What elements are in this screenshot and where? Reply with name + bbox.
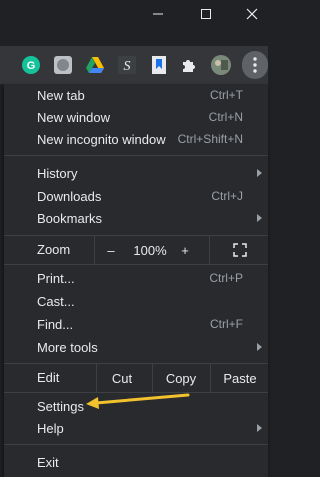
puzzle-extensions-icon[interactable] [178,54,200,76]
window-titlebar [0,0,268,46]
close-icon[interactable] [240,4,264,24]
menu-item-label: Help [37,421,64,436]
menu-item-label: More tools [37,340,98,355]
chrome-main-menu: New tab Ctrl+T New window Ctrl+N New inc… [4,84,268,477]
profile-avatar[interactable] [210,54,232,76]
grammarly-extension-icon[interactable]: G [20,54,42,76]
google-drive-extension-icon[interactable] [84,54,106,76]
menu-item-label: Find... [37,317,74,332]
menu-item-new-tab[interactable]: New tab Ctrl+T [4,85,268,107]
svg-text:G: G [27,60,36,72]
menu-item-new-window[interactable]: New window Ctrl+N [4,107,268,129]
zoom-row: Zoom – 100% + [4,236,268,264]
fullscreen-icon[interactable] [209,236,269,264]
minimize-icon[interactable] [146,4,170,24]
shortcut-label: Ctrl+F [210,317,243,331]
menu-item-exit[interactable]: Exit [4,452,268,474]
browser-toolbar: G S [0,46,268,84]
svg-text:S: S [124,59,131,74]
zoom-out-button[interactable]: – [94,236,127,264]
shortcut-label: Ctrl+N [208,110,243,124]
menu-divider [4,444,268,445]
zoom-in-button[interactable]: + [170,236,200,264]
shortcut-label: Ctrl+T [210,88,243,102]
cut-button[interactable]: Cut [96,364,147,392]
menu-item-label: New tab [37,88,85,103]
annotation-arrow-icon [86,393,190,409]
menu-item-label: Exit [37,455,59,470]
edit-label: Edit [37,370,60,385]
zoom-label: Zoom [37,242,71,257]
menu-item-print[interactable]: Print... Ctrl+P [4,268,268,290]
zoom-level-value: 100% [133,242,167,258]
menu-item-bookmarks[interactable]: Bookmarks [4,208,268,230]
menu-divider [4,264,268,265]
menu-item-find[interactable]: Find... Ctrl+F [4,314,268,336]
menu-item-label: Bookmarks [37,211,103,226]
zoom-level: 100% [126,236,174,264]
menu-item-more-tools[interactable]: More tools [4,337,268,359]
paste-label: Paste [223,370,257,386]
zoom-out-label: – [107,242,115,258]
shortcut-label: Ctrl+Shift+N [177,132,243,146]
shortcut-label: Ctrl+J [211,189,243,203]
bookmark-extension-icon[interactable] [148,54,170,76]
cut-label: Cut [111,370,133,386]
s-extension-icon[interactable]: S [116,54,138,76]
shortcut-label: Ctrl+P [209,271,243,285]
copy-button[interactable]: Copy [152,364,209,392]
copy-label: Copy [165,370,197,386]
menu-item-label: New incognito window [37,132,166,147]
submenu-arrow-icon [257,343,262,351]
submenu-arrow-icon [257,214,262,222]
menu-divider [4,155,268,156]
edit-row: Edit Cut Copy Paste [4,364,268,392]
menu-item-cast[interactable]: Cast... [4,291,268,313]
menu-item-label: Downloads [37,189,102,204]
submenu-arrow-icon [257,169,262,177]
menu-item-label: History [37,166,78,181]
menu-item-help[interactable]: Help [4,418,268,440]
menu-item-new-incognito-window[interactable]: New incognito window Ctrl+Shift+N [4,129,268,151]
submenu-arrow-icon [257,424,262,432]
menu-item-history[interactable]: History [4,163,268,185]
menu-item-label: Settings [37,399,84,414]
paste-button[interactable]: Paste [210,364,269,392]
menu-item-downloads[interactable]: Downloads Ctrl+J [4,186,268,208]
menu-item-label: New window [37,110,110,125]
menu-item-label: Cast... [37,294,75,309]
menu-item-label: Print... [37,271,75,286]
three-dots-vertical-icon[interactable] [242,51,268,79]
zoom-in-label: + [181,242,189,258]
maximize-icon[interactable] [194,4,218,24]
gray-extension-icon[interactable] [52,54,74,76]
